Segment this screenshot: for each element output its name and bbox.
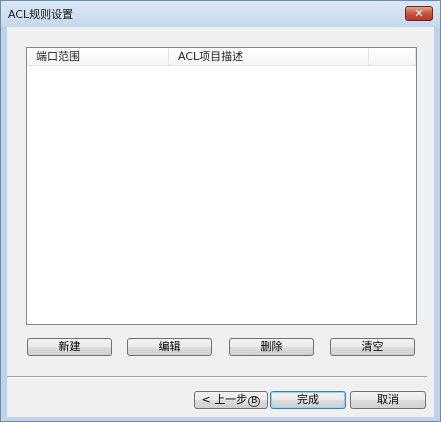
dialog-body: 端口范围 ACL项目描述 新建 编辑 删除 清空 < 上一步 B 完成 取消 — [7, 27, 434, 417]
back-button[interactable]: < 上一步 B — [194, 391, 268, 409]
finish-button[interactable]: 完成 — [270, 391, 346, 409]
clear-button[interactable]: 清空 — [330, 338, 415, 356]
acl-rules-dialog: ACL规则设置 ✕ 端口范围 ACL项目描述 新建 编辑 删除 清空 < 上一步… — [0, 0, 441, 422]
separator — [7, 376, 427, 378]
delete-button[interactable]: 删除 — [229, 338, 314, 356]
back-button-label: < 上一步 — [201, 393, 248, 406]
edit-button[interactable]: 编辑 — [127, 338, 212, 356]
list-header: 端口范围 ACL项目描述 — [27, 48, 416, 66]
column-header-acl-description[interactable]: ACL项目描述 — [169, 48, 369, 65]
back-shortcut-key: B — [248, 396, 261, 407]
column-header-port-range[interactable]: 端口范围 — [27, 48, 169, 65]
acl-rules-list[interactable]: 端口范围 ACL项目描述 — [26, 47, 417, 325]
title-bar: ACL规则设置 ✕ — [1, 1, 440, 27]
window-title: ACL规则设置 — [8, 8, 74, 21]
column-header-empty[interactable] — [369, 48, 416, 65]
close-button[interactable]: ✕ — [405, 6, 433, 21]
cancel-button[interactable]: 取消 — [350, 391, 426, 409]
new-button[interactable]: 新建 — [27, 338, 112, 356]
